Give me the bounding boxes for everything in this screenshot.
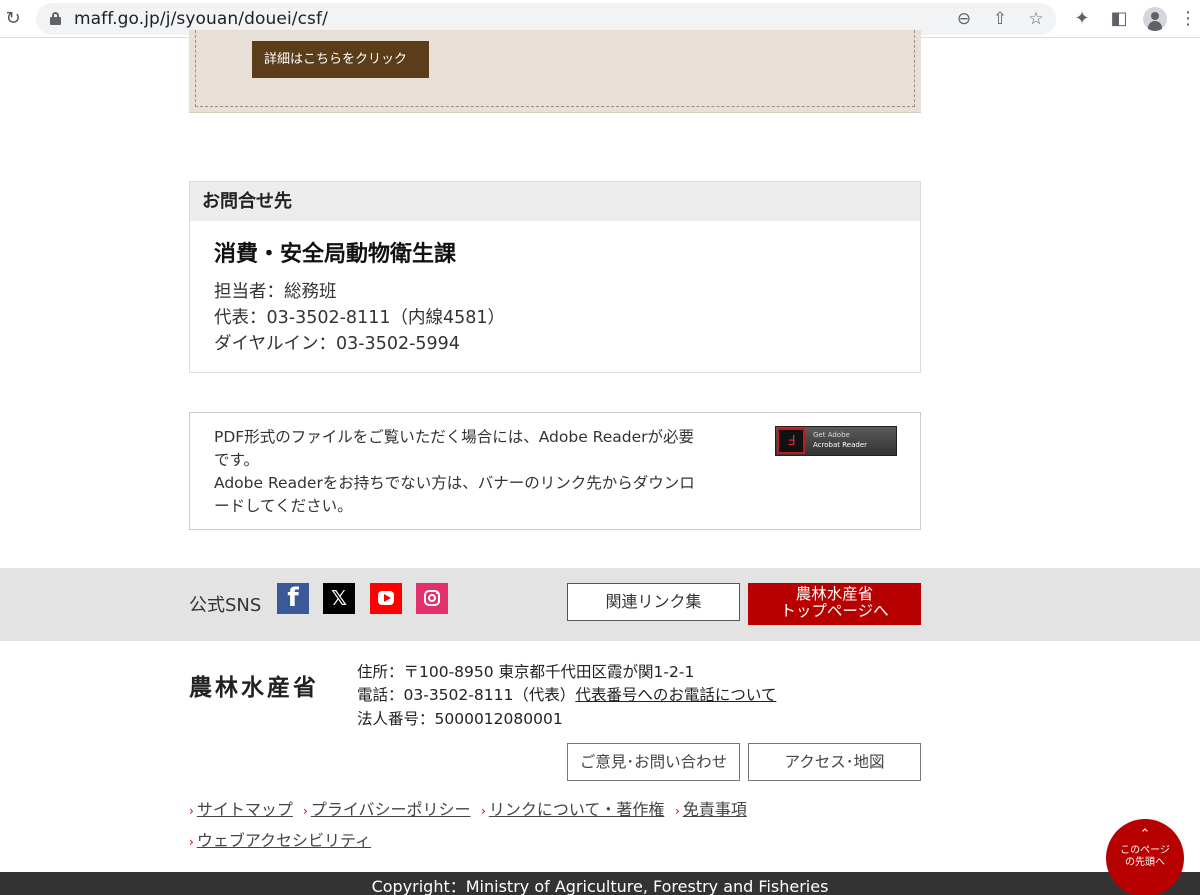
- pdf-line: PDF形式のファイルをご覧いただく場合には、Adobe Readerが必要: [214, 428, 695, 446]
- footer-link-sitemap[interactable]: › サイトマップ: [189, 796, 293, 820]
- contact-direct-phone: ダイヤルイン：03-3502-5994: [214, 334, 460, 354]
- contact-department: 消費・安全局動物衛生課: [214, 242, 457, 267]
- access-map-button[interactable]: アクセス･地図: [748, 743, 921, 781]
- opinion-button[interactable]: ご意見･お問い合わせ: [567, 743, 740, 781]
- footer-corp-number: 法人番号：5000012080001: [357, 710, 563, 728]
- maff-top-button[interactable]: 農林水産省 トップページへ: [748, 583, 921, 625]
- chevron-right-icon: ›: [481, 804, 486, 818]
- banner-line2: Acrobat Reader: [813, 441, 867, 449]
- contact-heading: お問合せ先: [190, 182, 920, 221]
- footer-link-copyright[interactable]: › リンクについて・著作権: [481, 796, 664, 820]
- footer-address: 住所：〒100-8950 東京都千代田区霞が関1-2-1: [357, 663, 695, 681]
- chevron-up-icon: ⌃: [1139, 827, 1151, 842]
- footer-link-label[interactable]: 免責事項: [683, 800, 747, 819]
- footer-link-label[interactable]: リンクについて・著作権: [489, 800, 665, 819]
- top-button-line2: トップページへ: [780, 602, 889, 620]
- pdf-line: Adobe Readerをお持ちでない方は、バナーのリンク先からダウンロ: [214, 474, 695, 492]
- profile-icon[interactable]: [1143, 7, 1167, 31]
- footer-link-label[interactable]: サイトマップ: [197, 800, 293, 819]
- chevron-right-icon: ›: [303, 804, 308, 818]
- footer-phone-text: 電話：03-3502-8111（代表）: [357, 686, 576, 704]
- detail-button[interactable]: 詳細はこちらをクリック: [252, 41, 429, 78]
- reload-icon[interactable]: ↻: [2, 8, 24, 30]
- instagram-icon[interactable]: [416, 583, 448, 614]
- page-top-button[interactable]: ⌃ このページ の先頭へ: [1106, 819, 1184, 895]
- share-icon[interactable]: ⇧: [990, 9, 1010, 29]
- url-text[interactable]: maff.go.jp/j/syouan/douei/csf/: [74, 9, 328, 29]
- adobe-logo-icon: Ⅎ: [777, 428, 805, 454]
- pdf-notice: PDF形式のファイルをご覧いただく場合には、Adobe Readerが必要 です…: [189, 412, 921, 530]
- youtube-icon[interactable]: [370, 583, 402, 614]
- page-top-line2: の先頭へ: [1125, 857, 1165, 868]
- lock-icon[interactable]: [50, 12, 61, 25]
- footer-link-accessibility[interactable]: › ウェブアクセシビリティ: [189, 827, 371, 851]
- pdf-notice-text: PDF形式のファイルをご覧いただく場合には、Adobe Readerが必要 です…: [214, 426, 714, 518]
- footer-link-label[interactable]: プライバシーポリシー: [311, 800, 471, 819]
- zoom-icon[interactable]: ⊖: [954, 9, 974, 29]
- chevron-right-icon: ›: [189, 804, 194, 818]
- chevron-right-icon: ›: [189, 835, 194, 849]
- ministry-logo[interactable]: 農林水産省: [189, 668, 319, 702]
- footer-link-label[interactable]: ウェブアクセシビリティ: [197, 831, 371, 850]
- footer-link-privacy[interactable]: › プライバシーポリシー: [303, 796, 471, 820]
- page-top-line1: このページ: [1120, 845, 1170, 856]
- facebook-icon[interactable]: f: [277, 583, 309, 614]
- pdf-line: です。: [214, 451, 259, 469]
- contact-main-phone: 代表：03-3502-8111（内線4581）: [214, 308, 506, 328]
- phone-info-link[interactable]: 代表番号へのお電話について: [575, 686, 776, 704]
- contact-box: お問合せ先 消費・安全局動物衛生課 担当者：総務班 代表：03-3502-811…: [189, 181, 921, 373]
- pdf-line: ードしてください。: [214, 497, 353, 515]
- banner-line1: Get Adobe: [813, 431, 850, 439]
- extensions-icon[interactable]: ✦: [1070, 7, 1094, 31]
- contact-person: 担当者：総務班: [214, 282, 337, 302]
- sidepanel-icon[interactable]: ◧: [1107, 7, 1131, 31]
- star-icon[interactable]: ☆: [1026, 9, 1046, 29]
- sns-label: 公式SNS: [189, 595, 262, 616]
- footer-link-disclaimer[interactable]: › 免責事項: [675, 796, 747, 820]
- menu-icon[interactable]: ⋮: [1176, 7, 1200, 31]
- top-button-line1: 農林水産省: [795, 585, 874, 603]
- related-links-button[interactable]: 関連リンク集: [567, 583, 740, 621]
- x-twitter-icon[interactable]: 𝕏: [323, 583, 355, 614]
- copyright-bar: Copyright：Ministry of Agriculture, Fores…: [0, 872, 1200, 895]
- adobe-reader-banner[interactable]: Ⅎ Get Adobe Acrobat Reader: [775, 426, 897, 456]
- chevron-right-icon: ›: [675, 804, 680, 818]
- footer-phone: 電話：03-3502-8111（代表）代表番号へのお電話について: [357, 683, 776, 705]
